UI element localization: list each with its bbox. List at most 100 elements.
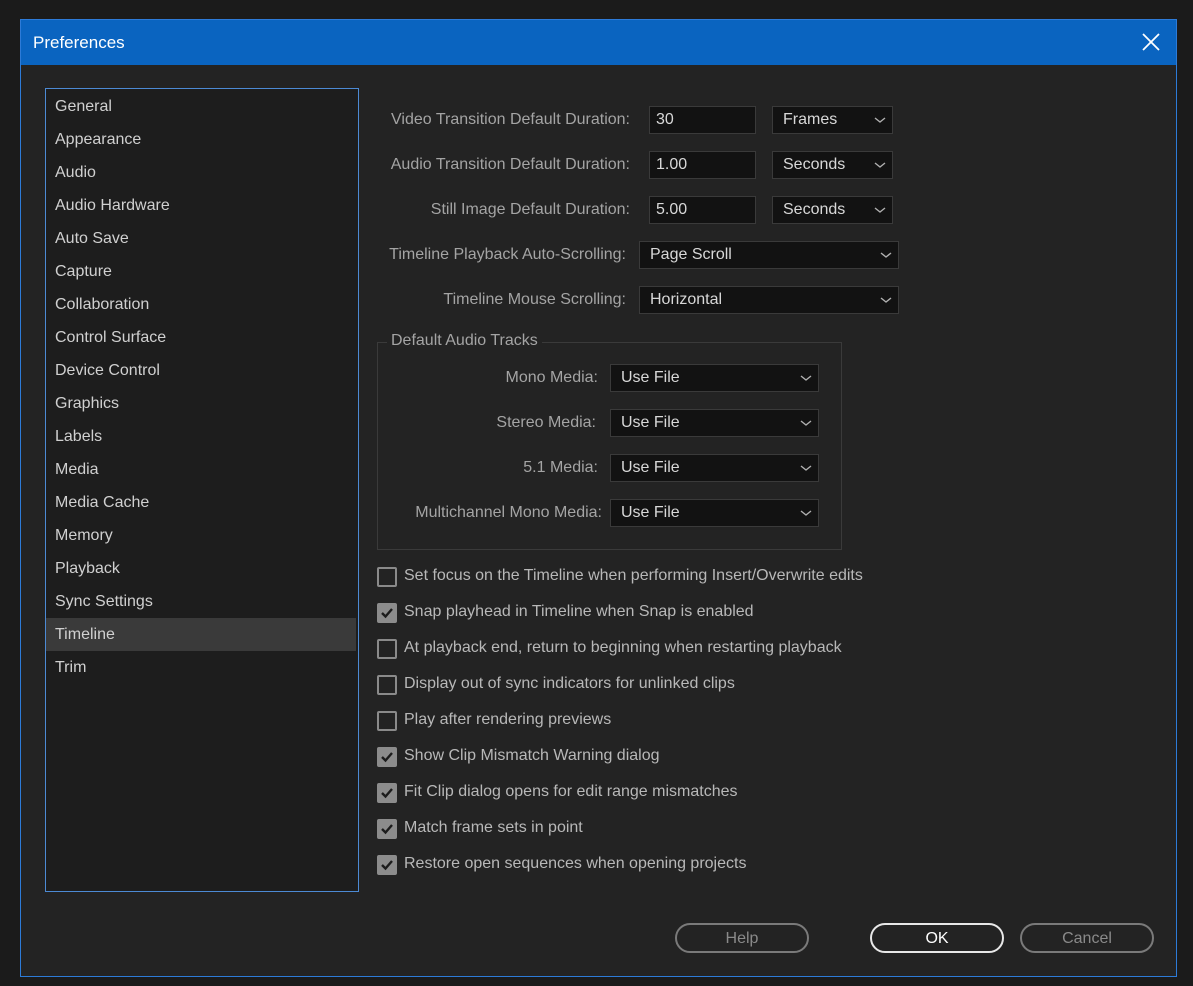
checkbox-row[interactable]: Snap playhead in Timeline when Snap is e… xyxy=(377,601,937,625)
chevron-down-icon xyxy=(800,510,812,516)
ok-button[interactable]: OK xyxy=(870,923,1004,953)
checkbox-label: Snap playhead in Timeline when Snap is e… xyxy=(404,603,754,620)
mouse-scrolling-value: Horizontal xyxy=(650,291,723,308)
checkbox-label: Play after rendering previews xyxy=(404,711,612,728)
audio-transition-input[interactable]: 1.00 xyxy=(649,151,756,179)
checkbox[interactable] xyxy=(377,855,397,875)
checkmark-icon xyxy=(381,788,393,799)
mono-media-label: Mono Media: xyxy=(505,369,599,386)
still-image-input[interactable]: 5.00 xyxy=(649,196,756,224)
five-one-media-select[interactable]: Use File xyxy=(610,454,819,482)
sidebar-item-collaboration[interactable]: Collaboration xyxy=(46,288,356,321)
sidebar-item-labels[interactable]: Labels xyxy=(46,420,356,453)
checkbox-label: Display out of sync indicators for unlin… xyxy=(404,675,735,692)
chevron-down-icon xyxy=(880,297,892,303)
audio-transition-unit-select[interactable]: Seconds xyxy=(772,151,893,179)
stereo-media-label: Stereo Media: xyxy=(496,414,596,431)
checkmark-icon xyxy=(381,860,393,871)
chevron-down-icon xyxy=(874,117,886,123)
checkbox[interactable] xyxy=(377,675,397,695)
checkbox-row[interactable]: Show Clip Mismatch Warning dialog xyxy=(377,745,937,769)
checkbox-row[interactable]: Display out of sync indicators for unlin… xyxy=(377,673,937,697)
still-image-unit-select[interactable]: Seconds xyxy=(772,196,893,224)
checkbox-label: At playback end, return to beginning whe… xyxy=(404,639,842,656)
sidebar-item-audio-hardware[interactable]: Audio Hardware xyxy=(46,189,356,222)
title-bar: Preferences xyxy=(21,20,1176,65)
chevron-down-icon xyxy=(874,207,886,213)
five-one-media-label: 5.1 Media: xyxy=(523,459,598,476)
audio-transition-label: Audio Transition Default Duration: xyxy=(390,156,630,173)
sidebar-item-sync-settings[interactable]: Sync Settings xyxy=(46,585,356,618)
sidebar-item-auto-save[interactable]: Auto Save xyxy=(46,222,356,255)
video-transition-unit-value: Frames xyxy=(783,111,838,128)
stereo-media-value: Use File xyxy=(621,414,680,431)
checkbox[interactable] xyxy=(377,567,397,587)
sidebar-item-appearance[interactable]: Appearance xyxy=(46,123,356,156)
sidebar-item-device-control[interactable]: Device Control xyxy=(46,354,356,387)
checkbox-row[interactable]: Fit Clip dialog opens for edit range mis… xyxy=(377,781,937,805)
sidebar-item-media[interactable]: Media xyxy=(46,453,356,486)
sidebar-item-capture[interactable]: Capture xyxy=(46,255,356,288)
cancel-button[interactable]: Cancel xyxy=(1020,923,1154,953)
sidebar-item-general[interactable]: General xyxy=(46,90,356,123)
help-button[interactable]: Help xyxy=(675,923,809,953)
video-transition-input[interactable]: 30 xyxy=(649,106,756,134)
checkmark-icon xyxy=(381,752,393,763)
checkbox-row[interactable]: At playback end, return to beginning whe… xyxy=(377,637,937,661)
checkbox[interactable] xyxy=(377,747,397,767)
sidebar-item-media-cache[interactable]: Media Cache xyxy=(46,486,356,519)
video-transition-unit-select[interactable]: Frames xyxy=(772,106,893,134)
checkbox[interactable] xyxy=(377,711,397,731)
sidebar-item-audio[interactable]: Audio xyxy=(46,156,356,189)
checkbox-row[interactable]: Play after rendering previews xyxy=(377,709,937,733)
checkbox[interactable] xyxy=(377,819,397,839)
chevron-down-icon xyxy=(800,420,812,426)
mouse-scrolling-select[interactable]: Horizontal xyxy=(639,286,899,314)
chevron-down-icon xyxy=(800,465,812,471)
preferences-dialog: Preferences General Appearance Audio Audio … xyxy=(20,19,1177,977)
mono-media-select[interactable]: Use File xyxy=(610,364,819,392)
audio-transition-unit-value: Seconds xyxy=(783,156,846,173)
mono-media-value: Use File xyxy=(621,369,680,386)
checkbox[interactable] xyxy=(377,783,397,803)
sidebar-item-timeline[interactable]: Timeline xyxy=(46,618,356,651)
sidebar-item-trim[interactable]: Trim xyxy=(46,651,356,684)
multichannel-media-label: Multichannel Mono Media: xyxy=(415,504,602,521)
checkbox-row[interactable]: Restore open sequences when opening proj… xyxy=(377,853,937,877)
still-image-label: Still Image Default Duration: xyxy=(430,201,630,218)
close-icon xyxy=(1142,33,1160,51)
auto-scrolling-value: Page Scroll xyxy=(650,246,732,263)
still-image-unit-value: Seconds xyxy=(783,201,846,218)
mouse-scrolling-label: Timeline Mouse Scrolling: xyxy=(443,291,626,308)
checkbox-row[interactable]: Match frame sets in point xyxy=(377,817,937,841)
auto-scrolling-label: Timeline Playback Auto-Scrolling: xyxy=(389,246,626,263)
video-transition-label: Video Transition Default Duration: xyxy=(391,111,630,128)
five-one-media-value: Use File xyxy=(621,459,680,476)
sidebar: General Appearance Audio Audio Hardware Auto… xyxy=(45,88,359,892)
checkbox-row[interactable]: Set focus on the Timeline when performin… xyxy=(377,565,937,589)
sidebar-item-graphics[interactable]: Graphics xyxy=(46,387,356,420)
checkbox-label: Show Clip Mismatch Warning dialog xyxy=(404,747,660,764)
chevron-down-icon xyxy=(800,375,812,381)
checkbox-label: Fit Clip dialog opens for edit range mis… xyxy=(404,783,738,800)
sidebar-item-playback[interactable]: Playback xyxy=(46,552,356,585)
stereo-media-select[interactable]: Use File xyxy=(610,409,819,437)
chevron-down-icon xyxy=(880,252,892,258)
checkmark-icon xyxy=(381,608,393,619)
checkbox-label: Set focus on the Timeline when performin… xyxy=(404,567,863,584)
chevron-down-icon xyxy=(874,162,886,168)
sidebar-item-control-surface[interactable]: Control Surface xyxy=(46,321,356,354)
auto-scrolling-select[interactable]: Page Scroll xyxy=(639,241,899,269)
checkmark-icon xyxy=(381,824,393,835)
multichannel-media-value: Use File xyxy=(621,504,680,521)
close-button[interactable] xyxy=(1140,31,1162,53)
sidebar-list: General Appearance Audio Audio Hardware Auto… xyxy=(46,89,358,684)
checkbox-label: Match frame sets in point xyxy=(404,819,583,836)
window-title: Preferences xyxy=(33,33,125,52)
multichannel-media-select[interactable]: Use File xyxy=(610,499,819,527)
default-audio-tracks-title: Default Audio Tracks xyxy=(387,332,542,350)
sidebar-item-memory[interactable]: Memory xyxy=(46,519,356,552)
checkbox[interactable] xyxy=(377,603,397,623)
checkbox-label: Restore open sequences when opening proj… xyxy=(404,855,747,872)
checkbox[interactable] xyxy=(377,639,397,659)
